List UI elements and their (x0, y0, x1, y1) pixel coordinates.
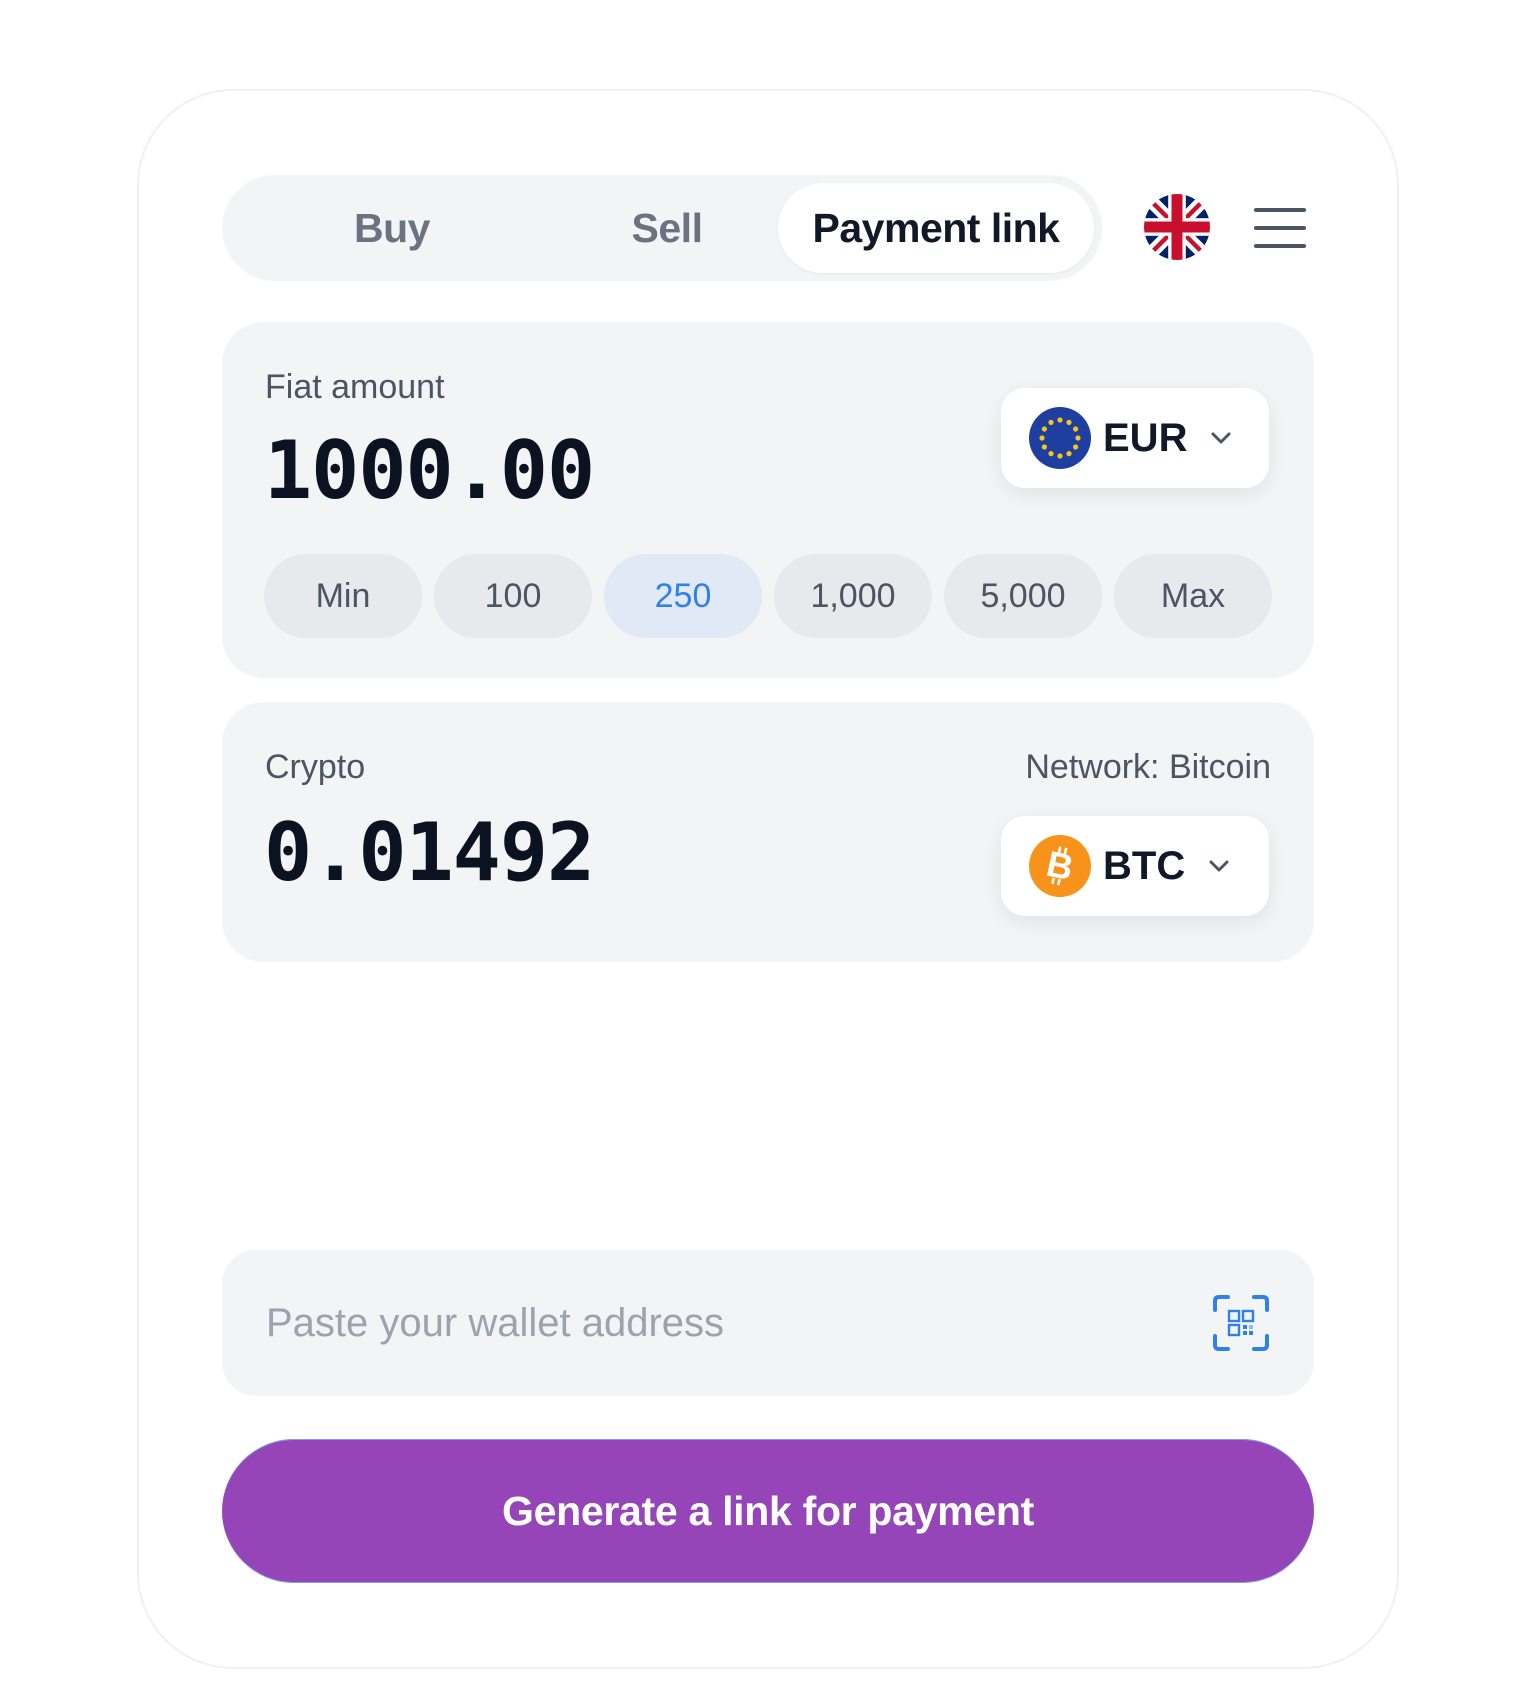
crypto-label: Crypto (265, 748, 366, 786)
bitcoin-icon: B (1029, 835, 1091, 897)
crypto-amount-value: 0.01492 (264, 806, 595, 899)
crypto-currency-code: BTC (1103, 843, 1186, 888)
fiat-amount-label: Fiat amount (265, 368, 445, 406)
quick-amounts: Min 100 250 1,000 5,000 Max (264, 554, 1272, 638)
chevron-down-icon (1211, 432, 1231, 444)
eu-flag-icon (1029, 407, 1091, 469)
generate-payment-link-button[interactable]: Generate a link for payment (222, 1439, 1314, 1583)
crypto-panel: Crypto Network: Bitcoin 0.01492 B BTC (222, 702, 1314, 962)
network-label: Network: Bitcoin (1025, 748, 1271, 786)
qr-scan-graphic (1213, 1295, 1269, 1351)
quick-amount-1000[interactable]: 1,000 (774, 554, 932, 638)
hamburger-graphic (1254, 208, 1306, 248)
mode-tabs: Buy Sell Payment link (222, 175, 1102, 281)
qr-scan-icon[interactable] (1212, 1294, 1270, 1352)
hamburger-menu-icon[interactable] (1252, 200, 1308, 256)
wallet-address-field (222, 1250, 1314, 1396)
quick-amount-max[interactable]: Max (1114, 554, 1272, 638)
fiat-currency-select[interactable]: EUR (1001, 388, 1269, 488)
crypto-currency-select[interactable]: B BTC (1001, 816, 1269, 916)
fiat-currency-code: EUR (1103, 415, 1188, 460)
tab-sell[interactable]: Sell (537, 183, 797, 273)
quick-amount-min[interactable]: Min (264, 554, 422, 638)
quick-amount-250[interactable]: 250 (604, 554, 762, 638)
tab-payment-link[interactable]: Payment link (778, 183, 1094, 273)
uk-flag-graphic (1144, 194, 1210, 260)
tab-buy[interactable]: Buy (262, 183, 522, 273)
fiat-panel: Fiat amount 1000.00 EUR Min 100 250 1,00… (222, 322, 1314, 678)
wallet-address-input[interactable] (264, 1250, 1164, 1396)
fiat-amount-value[interactable]: 1000.00 (264, 424, 595, 517)
uk-flag-icon[interactable] (1144, 194, 1210, 260)
quick-amount-5000[interactable]: 5,000 (944, 554, 1102, 638)
chevron-down-icon (1209, 860, 1229, 872)
quick-amount-100[interactable]: 100 (434, 554, 592, 638)
